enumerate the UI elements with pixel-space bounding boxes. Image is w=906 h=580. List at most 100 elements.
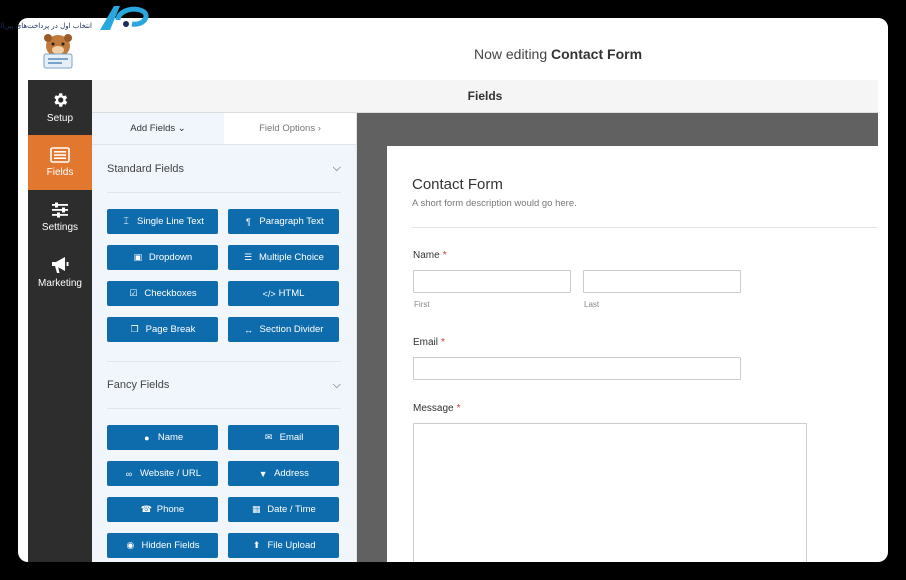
text-cursor-icon: ⌶ — [123, 216, 129, 226]
wpforms-mascot-icon — [43, 34, 73, 69]
button-label: Page Break — [145, 324, 196, 335]
add-website-url-button[interactable]: ∞ Website / URL — [107, 461, 218, 486]
form-divider — [412, 227, 878, 228]
label-text: Email — [413, 337, 439, 348]
add-hidden-fields-button[interactable]: ◉ Hidden Fields — [107, 533, 218, 558]
message-textarea[interactable] — [413, 423, 807, 562]
button-label: Email — [279, 432, 304, 443]
button-label: Checkboxes — [144, 288, 197, 299]
sidebar-item-label: Fields — [46, 167, 74, 178]
tab-add-fields[interactable]: Add Fields ⌄ — [92, 113, 224, 144]
gear-icon — [54, 93, 68, 107]
section-title: Standard Fields — [107, 162, 185, 175]
user-icon: ● — [144, 432, 150, 443]
email-input[interactable] — [413, 357, 741, 380]
title-prefix: Now editing — [473, 46, 548, 62]
button-label: Address — [274, 468, 309, 479]
app-window: Now editing Contact Form Setup Fields Se… — [18, 18, 888, 562]
button-label: Paragraph Text — [259, 216, 324, 227]
button-label: HTML — [278, 288, 305, 299]
standard-fields-header[interactable]: Standard Fields ⌵ — [107, 145, 341, 193]
first-name-input[interactable] — [413, 270, 571, 293]
add-html-button[interactable]: </> HTML — [228, 281, 339, 306]
fields-panel: Add Fields ⌄ Field Options › Standard Fi… — [92, 113, 357, 562]
standard-fields-grid: ⌶ Single Line Text ¶ Paragraph Text ▣ Dropd… — [92, 193, 356, 361]
last-sublabel: Last — [584, 300, 600, 309]
add-name-button[interactable]: ● Name — [107, 425, 218, 450]
page-title: Now editing Contact Form — [18, 46, 888, 62]
form-preview: Contact Form A short form description wo… — [387, 146, 878, 562]
first-sublabel: First — [414, 300, 430, 309]
form-description: A short form description would go here. — [412, 198, 577, 209]
arrows-horizontal-icon: ↔ — [244, 324, 254, 335]
link-icon: ∞ — [125, 468, 133, 479]
sidebar-item-label: Marketing — [38, 278, 82, 289]
section-title: Fancy Fields — [107, 379, 170, 391]
last-name-input[interactable] — [583, 270, 741, 293]
button-label: Website / URL — [139, 468, 202, 479]
add-page-break-button[interactable]: ❐ Page Break — [107, 317, 218, 342]
form-name: Contact Form — [551, 46, 643, 62]
tab-label: Add Fields — [130, 123, 176, 134]
required-mark: * — [441, 337, 445, 348]
add-address-button[interactable]: ▼ Address — [228, 461, 339, 486]
form-title[interactable]: Contact Form — [412, 176, 503, 193]
watermark-text: انتخاب اول در پرداخت‌های بین‌المللی — [0, 22, 92, 30]
tab-label: Field Options — [259, 123, 316, 134]
envelope-icon: ✉ — [264, 432, 273, 442]
map-pin-icon: ▼ — [258, 468, 268, 479]
message-field-label: Message * — [413, 403, 460, 414]
sidebar: Setup Fields Settings Marketing — [28, 80, 92, 562]
phone-icon: ☎ — [140, 504, 152, 514]
sidebar-item-fields[interactable]: Fields — [28, 135, 92, 190]
upload-icon: ⬆ — [252, 540, 261, 550]
label-text: Message — [413, 403, 454, 414]
list-icon — [50, 147, 70, 163]
eye-slash-icon: ◉ — [126, 540, 135, 550]
button-label: Single Line Text — [137, 216, 204, 227]
fancy-fields-header[interactable]: Fancy Fields ⌵ — [107, 361, 341, 409]
name-field-label: Name * — [413, 250, 447, 261]
sidebar-item-setup[interactable]: Setup — [28, 80, 92, 135]
button-label: Dropdown — [148, 252, 193, 263]
button-label: Name — [157, 432, 184, 443]
copy-icon: ❐ — [130, 324, 139, 334]
button-label: File Upload — [267, 540, 316, 551]
sidebar-item-marketing[interactable]: Marketing — [28, 245, 92, 300]
dropdown-icon: ▣ — [133, 252, 143, 262]
megaphone-icon — [52, 257, 69, 273]
chevron-down-icon: ⌵ — [332, 378, 341, 391]
chevron-down-icon: ⌵ — [332, 162, 341, 174]
add-date-time-button[interactable]: ▦ Date / Time — [228, 497, 339, 522]
required-mark: * — [456, 403, 461, 414]
tab-field-options[interactable]: Field Options › — [224, 113, 356, 144]
watermark-logo: انتخاب اول در پرداخت‌های بین‌المللی — [0, 0, 160, 40]
required-mark: * — [442, 250, 447, 261]
add-section-divider-button[interactable]: ↔ Section Divider — [228, 317, 339, 342]
add-email-button[interactable]: ✉ Email — [228, 425, 339, 450]
add-single-line-text-button[interactable]: ⌶ Single Line Text — [107, 209, 218, 234]
add-phone-button[interactable]: ☎ Phone — [107, 497, 218, 522]
add-file-upload-button[interactable]: ⬆ File Upload — [228, 533, 339, 558]
button-label: Phone — [156, 504, 185, 515]
calendar-icon: ▦ — [251, 504, 261, 514]
paragraph-icon: ¶ — [245, 216, 251, 227]
add-paragraph-text-button[interactable]: ¶ Paragraph Text — [228, 209, 339, 234]
sidebar-item-label: Setup — [46, 113, 74, 124]
chevron-right-icon: › — [317, 123, 321, 134]
add-checkboxes-button[interactable]: ☑ Checkboxes — [107, 281, 218, 306]
email-field-label: Email * — [413, 337, 445, 348]
add-multiple-choice-button[interactable]: ☰ Multiple Choice — [228, 245, 339, 270]
code-icon: </> — [262, 288, 276, 299]
fancy-fields-grid: ● Name ✉ Email ∞ Website / URL ▼ Address ☎ Ph… — [92, 409, 356, 562]
add-dropdown-button[interactable]: ▣ Dropdown — [107, 245, 218, 270]
sidebar-item-settings[interactable]: Settings — [28, 190, 92, 245]
panel-tabs: Add Fields ⌄ Field Options › — [92, 113, 356, 145]
button-label: Section Divider — [259, 324, 324, 335]
button-label: Date / Time — [267, 504, 316, 515]
label-text: Name — [413, 250, 440, 261]
list-icon: ☰ — [243, 252, 253, 262]
button-label: Multiple Choice — [259, 252, 324, 263]
sliders-icon — [52, 202, 68, 218]
sidebar-item-label: Settings — [41, 222, 79, 233]
